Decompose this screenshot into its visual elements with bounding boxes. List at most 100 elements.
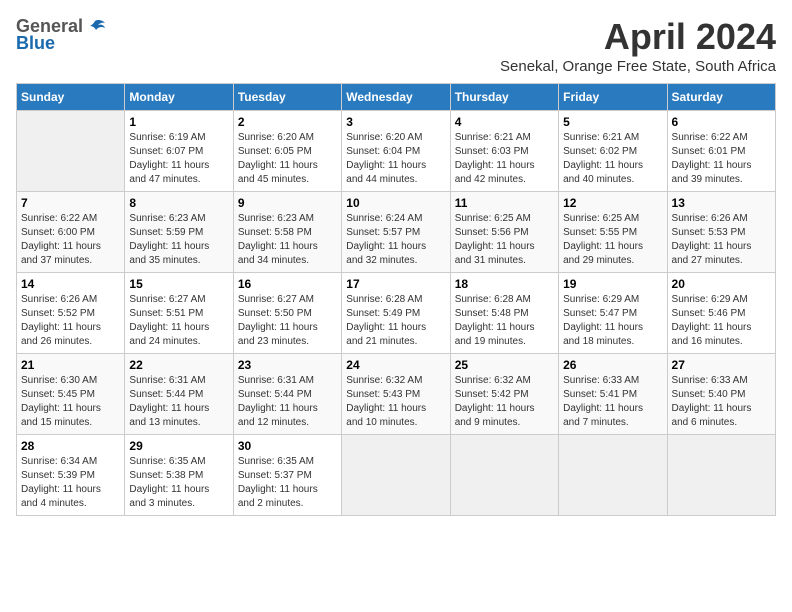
column-header-sunday: Sunday <box>17 84 125 111</box>
calendar-cell: 19 Sunrise: 6:29 AM Sunset: 5:47 PM Dayli… <box>559 273 667 354</box>
day-info: Sunrise: 6:32 AM Sunset: 5:42 PM Dayligh… <box>455 374 554 430</box>
day-number: 9 <box>238 196 337 210</box>
day-number: 10 <box>346 196 445 210</box>
calendar-cell: 4 Sunrise: 6:21 AM Sunset: 6:03 PM Daylig… <box>450 111 558 192</box>
day-info: Sunrise: 6:27 AM Sunset: 5:51 PM Dayligh… <box>129 293 228 349</box>
calendar-cell: 29 Sunrise: 6:35 AM Sunset: 5:38 PM Dayli… <box>125 435 233 516</box>
calendar-cell <box>17 111 125 192</box>
day-number: 23 <box>238 358 337 372</box>
day-info: Sunrise: 6:25 AM Sunset: 5:56 PM Dayligh… <box>455 212 554 268</box>
day-number: 7 <box>21 196 120 210</box>
day-info: Sunrise: 6:34 AM Sunset: 5:39 PM Dayligh… <box>21 455 120 511</box>
day-info: Sunrise: 6:33 AM Sunset: 5:41 PM Dayligh… <box>563 374 662 430</box>
calendar-cell: 30 Sunrise: 6:35 AM Sunset: 5:37 PM Dayli… <box>233 435 341 516</box>
day-number: 30 <box>238 439 337 453</box>
day-number: 29 <box>129 439 228 453</box>
day-number: 15 <box>129 277 228 291</box>
column-header-saturday: Saturday <box>667 84 775 111</box>
calendar-cell: 5 Sunrise: 6:21 AM Sunset: 6:02 PM Daylig… <box>559 111 667 192</box>
calendar-cell: 1 Sunrise: 6:19 AM Sunset: 6:07 PM Daylig… <box>125 111 233 192</box>
day-number: 21 <box>21 358 120 372</box>
day-info: Sunrise: 6:20 AM Sunset: 6:05 PM Dayligh… <box>238 131 337 187</box>
day-number: 6 <box>672 115 771 129</box>
calendar-table: SundayMondayTuesdayWednesdayThursdayFrid… <box>16 83 776 516</box>
day-info: Sunrise: 6:30 AM Sunset: 5:45 PM Dayligh… <box>21 374 120 430</box>
logo: General Blue <box>16 16 105 54</box>
calendar-cell <box>450 435 558 516</box>
logo-blue: Blue <box>16 33 55 54</box>
day-number: 19 <box>563 277 662 291</box>
day-number: 18 <box>455 277 554 291</box>
day-number: 11 <box>455 196 554 210</box>
day-number: 26 <box>563 358 662 372</box>
day-info: Sunrise: 6:21 AM Sunset: 6:03 PM Dayligh… <box>455 131 554 187</box>
day-number: 25 <box>455 358 554 372</box>
day-info: Sunrise: 6:31 AM Sunset: 5:44 PM Dayligh… <box>238 374 337 430</box>
month-title: April 2024 <box>500 16 776 58</box>
calendar-cell: 2 Sunrise: 6:20 AM Sunset: 6:05 PM Daylig… <box>233 111 341 192</box>
day-number: 24 <box>346 358 445 372</box>
day-number: 20 <box>672 277 771 291</box>
day-number: 16 <box>238 277 337 291</box>
day-number: 14 <box>21 277 120 291</box>
calendar-cell: 20Sunrise: 6:29 AM Sunset: 5:46 PM Dayli… <box>667 273 775 354</box>
day-number: 28 <box>21 439 120 453</box>
calendar-cell: 27 Sunrise: 6:33 AM Sunset: 5:40 PM Dayli… <box>667 354 775 435</box>
calendar-cell: 25 Sunrise: 6:32 AM Sunset: 5:42 PM Dayli… <box>450 354 558 435</box>
day-info: Sunrise: 6:23 AM Sunset: 5:59 PM Dayligh… <box>129 212 228 268</box>
day-info: Sunrise: 6:26 AM Sunset: 5:53 PM Dayligh… <box>672 212 771 268</box>
calendar-cell: 11 Sunrise: 6:25 AM Sunset: 5:56 PM Dayli… <box>450 192 558 273</box>
day-number: 27 <box>672 358 771 372</box>
day-info: Sunrise: 6:25 AM Sunset: 5:55 PM Dayligh… <box>563 212 662 268</box>
calendar-cell: 24 Sunrise: 6:32 AM Sunset: 5:43 PM Dayli… <box>342 354 450 435</box>
calendar-cell <box>559 435 667 516</box>
day-number: 13 <box>672 196 771 210</box>
day-number: 1 <box>129 115 228 129</box>
day-info: Sunrise: 6:27 AM Sunset: 5:50 PM Dayligh… <box>238 293 337 349</box>
location-subtitle: Senekal, Orange Free State, South Africa <box>500 58 776 75</box>
page-header: General Blue April 2024 Senekal, Orange … <box>16 16 776 75</box>
column-header-tuesday: Tuesday <box>233 84 341 111</box>
day-number: 3 <box>346 115 445 129</box>
calendar-cell <box>342 435 450 516</box>
day-info: Sunrise: 6:22 AM Sunset: 6:01 PM Dayligh… <box>672 131 771 187</box>
day-number: 4 <box>455 115 554 129</box>
day-info: Sunrise: 6:35 AM Sunset: 5:38 PM Dayligh… <box>129 455 228 511</box>
calendar-cell: 16 Sunrise: 6:27 AM Sunset: 5:50 PM Dayli… <box>233 273 341 354</box>
calendar-cell: 6 Sunrise: 6:22 AM Sunset: 6:01 PM Daylig… <box>667 111 775 192</box>
calendar-cell: 3Sunrise: 6:20 AM Sunset: 6:04 PM Daylig… <box>342 111 450 192</box>
day-info: Sunrise: 6:28 AM Sunset: 5:49 PM Dayligh… <box>346 293 445 349</box>
day-number: 8 <box>129 196 228 210</box>
day-info: Sunrise: 6:24 AM Sunset: 5:57 PM Dayligh… <box>346 212 445 268</box>
day-info: Sunrise: 6:26 AM Sunset: 5:52 PM Dayligh… <box>21 293 120 349</box>
calendar-cell: 13 Sunrise: 6:26 AM Sunset: 5:53 PM Dayli… <box>667 192 775 273</box>
day-info: Sunrise: 6:33 AM Sunset: 5:40 PM Dayligh… <box>672 374 771 430</box>
day-number: 22 <box>129 358 228 372</box>
calendar-cell: 22 Sunrise: 6:31 AM Sunset: 5:44 PM Dayli… <box>125 354 233 435</box>
calendar-cell: 15 Sunrise: 6:27 AM Sunset: 5:51 PM Dayli… <box>125 273 233 354</box>
day-info: Sunrise: 6:23 AM Sunset: 5:58 PM Dayligh… <box>238 212 337 268</box>
calendar-cell: 18 Sunrise: 6:28 AM Sunset: 5:48 PM Dayli… <box>450 273 558 354</box>
day-number: 2 <box>238 115 337 129</box>
day-info: Sunrise: 6:31 AM Sunset: 5:44 PM Dayligh… <box>129 374 228 430</box>
day-info: Sunrise: 6:35 AM Sunset: 5:37 PM Dayligh… <box>238 455 337 511</box>
calendar-cell: 7Sunrise: 6:22 AM Sunset: 6:00 PM Daylig… <box>17 192 125 273</box>
day-info: Sunrise: 6:21 AM Sunset: 6:02 PM Dayligh… <box>563 131 662 187</box>
week-row-1: 1 Sunrise: 6:19 AM Sunset: 6:07 PM Daylig… <box>17 111 776 192</box>
calendar-cell: 10 Sunrise: 6:24 AM Sunset: 5:57 PM Dayli… <box>342 192 450 273</box>
day-info: Sunrise: 6:29 AM Sunset: 5:47 PM Dayligh… <box>563 293 662 349</box>
day-info: Sunrise: 6:19 AM Sunset: 6:07 PM Dayligh… <box>129 131 228 187</box>
calendar-cell: 21 Sunrise: 6:30 AM Sunset: 5:45 PM Dayli… <box>17 354 125 435</box>
day-number: 17 <box>346 277 445 291</box>
day-info: Sunrise: 6:28 AM Sunset: 5:48 PM Dayligh… <box>455 293 554 349</box>
calendar-cell: 17 Sunrise: 6:28 AM Sunset: 5:49 PM Dayli… <box>342 273 450 354</box>
title-block: April 2024 Senekal, Orange Free State, S… <box>500 16 776 75</box>
calendar-cell: 28 Sunrise: 6:34 AM Sunset: 5:39 PM Dayli… <box>17 435 125 516</box>
column-header-friday: Friday <box>559 84 667 111</box>
day-info: Sunrise: 6:32 AM Sunset: 5:43 PM Dayligh… <box>346 374 445 430</box>
day-number: 5 <box>563 115 662 129</box>
calendar-cell: 14 Sunrise: 6:26 AM Sunset: 5:52 PM Dayli… <box>17 273 125 354</box>
week-row-4: 21 Sunrise: 6:30 AM Sunset: 5:45 PM Dayli… <box>17 354 776 435</box>
calendar-cell: 26 Sunrise: 6:33 AM Sunset: 5:41 PM Dayli… <box>559 354 667 435</box>
day-number: 12 <box>563 196 662 210</box>
